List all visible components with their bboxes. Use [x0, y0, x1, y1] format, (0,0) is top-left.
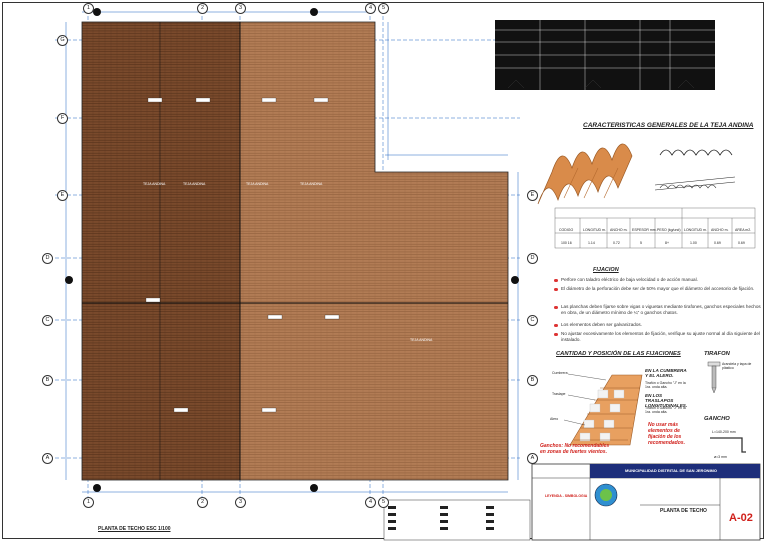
axis-row-d-right: D: [527, 253, 538, 264]
ridge-note: EN LA CUMBRERA Y EL ALERO.: [645, 368, 687, 378]
axis-row-a-right: A: [527, 453, 538, 464]
spec-col-header: PESO (kg/und): [657, 228, 681, 232]
fixation-item: Perfore con taladro eléctrico de baja ve…: [554, 277, 766, 283]
axis-col-4-top: 4: [365, 3, 376, 14]
spec-col-header: LONGITUD m.: [583, 228, 606, 232]
roof-label: TEJA ANDINA: [143, 182, 166, 186]
roof-label: TEJA ANDINA: [410, 338, 433, 342]
gancho-dims: L=140-200 mm: [712, 430, 736, 434]
spec-col-header: AREA m2.: [735, 228, 752, 232]
tirafon-desc: Arandela y tapa de plástico: [722, 362, 752, 370]
sheet-number: A-02: [729, 512, 753, 524]
axis-col-2-bottom: 2: [197, 497, 208, 508]
axis-row-e: E: [57, 190, 68, 201]
gancho-diameter: ø=3 mm: [714, 455, 727, 459]
axis-col-5-top: 5: [378, 3, 389, 14]
fixation-item: No ajustar excesivamente los elementos d…: [554, 331, 766, 343]
axis-row-a: A: [42, 453, 53, 464]
roof-label: TEJA ANDINA: [300, 182, 323, 186]
warning-note: No usar más elementos de fijación de los…: [648, 422, 685, 446]
spec-col-header: ANCHO m.: [711, 228, 729, 232]
axis-row-f: F: [57, 113, 68, 124]
axis-row-c-right: C: [527, 315, 538, 326]
spec-cell: 0.69: [714, 241, 721, 245]
spec-cell: 5: [640, 241, 642, 245]
axis-col-1-top: 1: [83, 3, 94, 14]
spec-cell: 1.00: [690, 241, 697, 245]
spec-cell: 1.14: [588, 241, 595, 245]
fixation-item: El diámetro de la perforación debe ser d…: [554, 286, 766, 292]
spec-col-header: CODIGO: [559, 228, 574, 232]
overlap-sub: Tirafón o Gancho "J" en la 1ra. onda alt…: [645, 406, 686, 414]
spec-col-header: ANCHO m.: [610, 228, 628, 232]
fix-position-title: CANTIDAD Y POSICIÓN DE LAS FIJACIONES: [556, 351, 681, 357]
specs-title: CARACTERISTICAS GENERALES DE LA TEJA AND…: [583, 122, 754, 129]
spec-cell: 8+: [665, 241, 669, 245]
roof-label: TEJA ANDINA: [183, 182, 206, 186]
legend-title: LEYENDA - SIMBOLOGIA: [545, 494, 588, 498]
spec-cell: 100 16: [561, 241, 572, 245]
axis-row-c: C: [42, 315, 53, 326]
fixation-item: Las planchas deben fijarse sobre vigas o…: [554, 304, 766, 316]
municipality-name: MUNICIPALIDAD DISTRITAL DE SAN JERONIMO: [625, 468, 718, 473]
project-title: PLANTA DE TECHO: [660, 508, 707, 514]
axis-col-1-bottom: 1: [83, 497, 94, 508]
fixation-item: Los elementos deben ser galvanizados.: [554, 322, 766, 328]
axis-col-3-bottom: 3: [235, 497, 246, 508]
axis-row-e-right: E: [527, 190, 538, 201]
axis-row-d: D: [42, 253, 53, 264]
fix-label-traslape: Traslape: [552, 392, 566, 396]
spec-col-header: ESPESOR mm.: [632, 228, 657, 232]
tile-illustration: [537, 143, 633, 205]
axis-row-g: G: [57, 35, 68, 46]
fix-label-alero: Alero: [550, 417, 559, 421]
fixation-title: FIJACION: [593, 267, 619, 273]
spec-cell: 0.69: [738, 241, 745, 245]
roof-label: TEJA ANDINA: [246, 182, 269, 186]
axis-col-5-bottom: 5: [378, 497, 389, 508]
spec-cell: 0.72: [613, 241, 620, 245]
roof-plan-drawing: [55, 8, 761, 541]
axis-col-2-top: 2: [197, 3, 208, 14]
drawing-sheet: 1 2 3 4 5 1 2 3 4 5 G F E D C B A E D C …: [0, 0, 768, 543]
axis-row-b: B: [42, 375, 53, 386]
ridge-sub: Tirafón o Gancho "J" en la 1ra. onda alt…: [645, 381, 686, 389]
fix-label-cumbrera: Cumbrera: [552, 371, 568, 375]
axis-row-b-right: B: [527, 375, 538, 386]
hooks-note: Ganchos: No recomendables en zonas de fu…: [540, 443, 610, 455]
gancho-title: GANCHO: [704, 416, 730, 422]
plan-title: PLANTA DE TECHO ESC 1/100: [98, 526, 171, 532]
roof-light-area: [239, 21, 509, 481]
axis-col-4-bottom: 4: [365, 497, 376, 508]
tirafon-drawing: [707, 361, 721, 394]
roof-dark-area: [81, 21, 241, 481]
fixation-illustration: [569, 374, 643, 446]
tirafon-title: TIRAFON: [704, 351, 730, 357]
spec-col-header: LONGITUD m.: [684, 228, 707, 232]
axis-col-3-top: 3: [235, 3, 246, 14]
